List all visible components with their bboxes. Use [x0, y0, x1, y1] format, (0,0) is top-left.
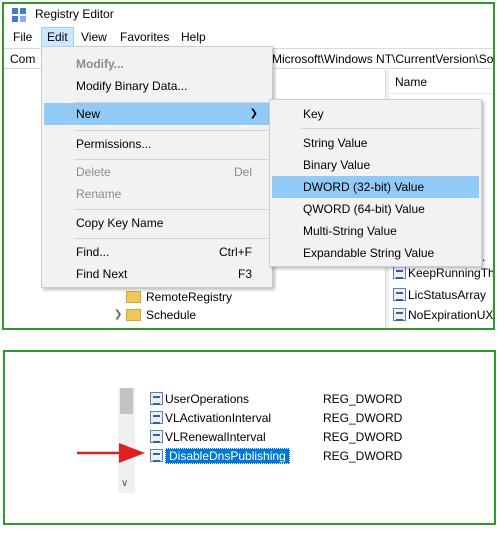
menu-item-find-next[interactable]: Find Next F3: [44, 263, 270, 285]
edit-menu: Modify... Modify Binary Data... New ❯ Pe…: [41, 46, 273, 288]
new-submenu: Key String Value Binary Value DWORD (32-…: [269, 99, 482, 267]
chevron-right-icon: ❯: [249, 108, 258, 119]
menu-item-label: Rename: [76, 187, 122, 201]
menu-item-copy-key-name[interactable]: Copy Key Name: [44, 212, 270, 234]
menu-item-label: QWORD (64-bit) Value: [303, 202, 425, 216]
value-name-cell: DisableDnsPublishing: [150, 447, 290, 466]
submenu-item-expandable-string[interactable]: Expandable String Value: [272, 242, 479, 264]
menu-item-permissions[interactable]: Permissions...: [44, 133, 270, 155]
column-header-name[interactable]: Name: [389, 70, 493, 94]
value-type: REG_DWORD: [323, 430, 403, 444]
submenu-item-multi-string[interactable]: Multi-String Value: [272, 220, 479, 242]
value-type: REG_DWORD: [323, 449, 403, 463]
reg-value-icon: [393, 266, 406, 280]
folder-icon: [126, 291, 141, 303]
menu-item-find[interactable]: Find... Ctrl+F: [44, 241, 270, 263]
menu-item-label: Delete: [76, 165, 111, 179]
value-name: VLActivationInterval: [165, 411, 272, 425]
menu-item-label: Permissions...: [76, 137, 152, 151]
reg-value-icon: [150, 430, 163, 444]
value-name-editing[interactable]: DisableDnsPublishing: [165, 448, 290, 464]
menu-item-accelerator: F3: [237, 267, 252, 281]
menu-item-delete[interactable]: Delete Del: [44, 161, 270, 183]
value-type: REG_DWORD: [323, 411, 403, 425]
menu-separator: [301, 128, 479, 129]
list-item[interactable]: NoExpirationUX: [393, 306, 494, 324]
menu-separator: [74, 159, 268, 160]
title-bar: Registry Editor: [4, 4, 493, 26]
menu-item-rename[interactable]: Rename: [44, 183, 270, 205]
value-name: KeepRunningTh...: [408, 266, 495, 280]
menu-item-label: Copy Key Name: [76, 216, 164, 230]
value-name: VLRenewalInterval: [165, 430, 266, 444]
menu-separator: [74, 130, 268, 131]
menu-view[interactable]: View: [76, 27, 112, 47]
list-item[interactable]: VLActivationInterval REG_DWORD: [5, 409, 494, 428]
menu-favorites[interactable]: Favorites: [115, 27, 174, 47]
reg-value-icon: [150, 411, 163, 425]
value-name-cell: VLRenewalInterval: [150, 428, 266, 447]
folder-icon: [126, 309, 141, 321]
registry-editor-window: Registry Editor File Edit View Favorites…: [2, 2, 495, 330]
menu-item-accelerator: Del: [233, 165, 252, 179]
menu-item-modify-binary[interactable]: Modify Binary Data...: [44, 75, 270, 97]
address-left: Com: [10, 52, 36, 66]
reg-value-icon: [393, 308, 406, 322]
value-name: LicStatusArray: [408, 288, 487, 302]
value-name-cell: UserOperations: [150, 390, 249, 409]
menu-item-accelerator: Ctrl+F: [219, 245, 252, 259]
menu-edit[interactable]: Edit: [41, 27, 74, 47]
menu-item-label: String Value: [303, 136, 368, 150]
reg-value-icon: [150, 392, 163, 406]
value-name: UserOperations: [165, 392, 250, 406]
menu-item-label: Find Next: [76, 267, 128, 281]
chevron-right-icon[interactable]: ❯: [114, 306, 122, 324]
tree-item-label: Schedule: [146, 308, 197, 322]
reg-value-icon: [150, 449, 163, 463]
chevron-down-icon[interactable]: ∨: [121, 478, 128, 489]
reg-value-icon: [393, 288, 406, 302]
menu-bar: File Edit View Favorites Help: [4, 27, 493, 47]
column-header-label: Name: [395, 75, 428, 89]
tree-item-label: RemoteRegistry: [146, 290, 233, 304]
menu-separator: [74, 209, 268, 210]
window-title: Registry Editor: [35, 7, 114, 21]
red-arrow-annotation: [77, 443, 145, 463]
menu-item-label: Expandable String Value: [303, 246, 435, 260]
list-item[interactable]: LicStatusArray: [393, 286, 493, 304]
address-path: Microsoft\Windows NT\CurrentVersion\Sof: [272, 52, 495, 66]
menu-item-new[interactable]: New ❯: [44, 103, 270, 125]
menu-item-label: Find...: [76, 245, 110, 259]
menu-item-label: Modify Binary Data...: [76, 79, 188, 93]
submenu-item-string[interactable]: String Value: [272, 132, 479, 154]
menu-item-label: Modify...: [76, 57, 124, 71]
values-detail-panel: ∨ UserOperations REG_DWORD VLActivationI…: [3, 350, 496, 525]
submenu-item-dword[interactable]: DWORD (32-bit) Value: [272, 176, 479, 198]
menu-help[interactable]: Help: [176, 27, 211, 47]
value-name-cell: VLActivationInterval: [150, 409, 271, 428]
menu-item-label: Multi-String Value: [303, 224, 397, 238]
value-type: REG_DWORD: [323, 392, 403, 406]
submenu-item-key[interactable]: Key: [272, 103, 479, 125]
menu-item-label: Key: [303, 107, 324, 121]
menu-item-label: New: [76, 107, 101, 121]
menu-item-modify[interactable]: Modify...: [44, 53, 270, 75]
list-item[interactable]: UserOperations REG_DWORD: [5, 390, 494, 409]
menu-item-label: Binary Value: [303, 158, 371, 172]
submenu-item-qword[interactable]: QWORD (64-bit) Value: [272, 198, 479, 220]
submenu-item-binary[interactable]: Binary Value: [272, 154, 479, 176]
menu-separator: [74, 238, 268, 239]
value-name: NoExpirationUX: [408, 308, 494, 322]
registry-editor-icon: [12, 8, 26, 22]
menu-item-label: DWORD (32-bit) Value: [303, 180, 425, 194]
menu-file[interactable]: File: [8, 27, 37, 47]
